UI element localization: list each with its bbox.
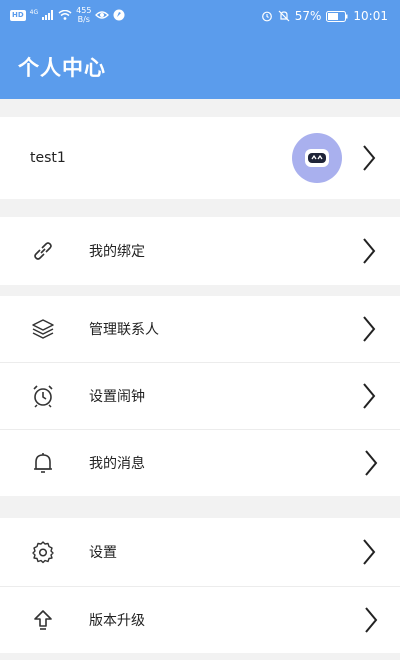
menu-label-binding: 我的绑定: [89, 244, 145, 260]
gear-icon: [30, 539, 56, 565]
clock-time: 10:01: [353, 9, 388, 23]
page-title: 个人中心: [18, 56, 106, 80]
menu-item-contacts[interactable]: 管理联系人: [0, 296, 400, 362]
alarm-status-icon: [261, 11, 272, 22]
upload-arrow-icon: [30, 607, 56, 633]
alarm-clock-icon: [30, 383, 56, 409]
menu-label-alarm: 设置闹钟: [89, 389, 145, 405]
hd-badge: HD: [10, 9, 26, 21]
username: test1: [30, 150, 66, 166]
chevron-right-icon: [363, 316, 376, 342]
bell-icon: [30, 450, 56, 476]
net-speed: 455 B/s: [76, 6, 92, 24]
layers-icon: [30, 316, 56, 342]
robot-face-icon: [305, 149, 329, 167]
menu-label-upgrade: 版本升级: [89, 613, 145, 629]
menu-label-messages: 我的消息: [89, 456, 145, 472]
avatar[interactable]: [292, 133, 342, 183]
chevron-right-icon: [365, 607, 378, 633]
network-type: 4G: [29, 9, 39, 16]
status-bar: HD 4G 455 B/s 57% 10:01: [0, 0, 400, 34]
menu-item-settings[interactable]: 设置: [0, 518, 400, 586]
menu-item-alarm[interactable]: 设置闹钟: [0, 363, 400, 429]
menu-item-upgrade[interactable]: 版本升级: [0, 587, 400, 653]
battery-percent: 57%: [294, 9, 322, 23]
chevron-right-icon: [363, 238, 376, 264]
mute-icon: [278, 10, 290, 22]
chevron-right-icon: [365, 450, 378, 476]
app-header: HD 4G 455 B/s 57% 10:01 个人中心: [0, 0, 400, 99]
compass-icon: [113, 9, 125, 21]
chevron-right-icon: [363, 383, 376, 409]
menu-label-contacts: 管理联系人: [89, 322, 159, 338]
battery-icon: [326, 10, 348, 22]
menu-item-messages[interactable]: 我的消息: [0, 430, 400, 496]
chevron-right-icon: [363, 145, 376, 171]
wifi-icon: [58, 10, 72, 20]
menu-label-settings: 设置: [89, 545, 117, 561]
menu-item-binding[interactable]: 我的绑定: [0, 217, 400, 285]
signal-icon: [42, 10, 54, 20]
link-icon: [30, 238, 56, 264]
chevron-right-icon: [363, 539, 376, 565]
eye-icon: [95, 11, 110, 19]
